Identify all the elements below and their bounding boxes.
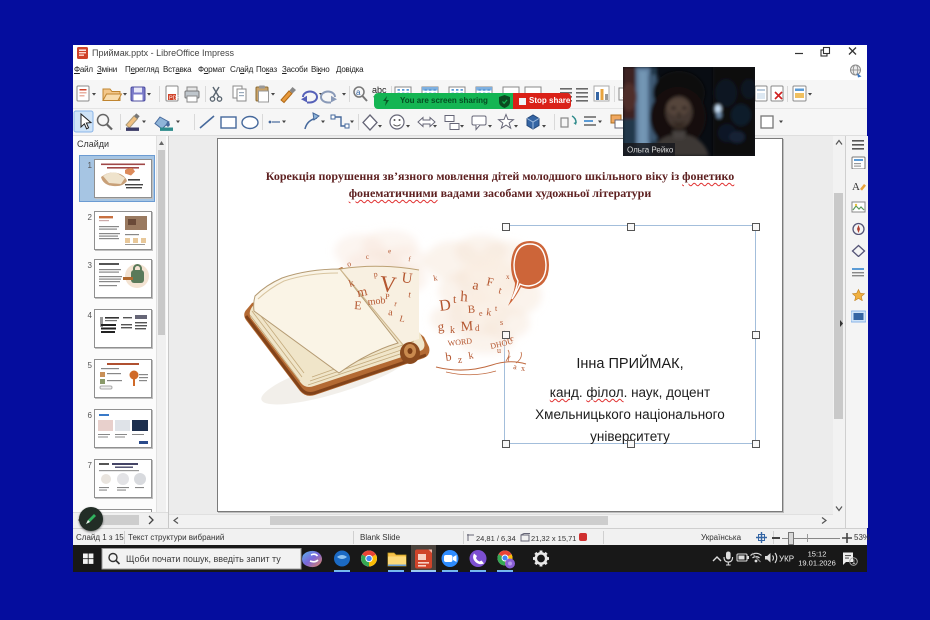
svg-text:e: e (479, 309, 483, 318)
svg-text:x: x (506, 273, 510, 281)
svg-text:b: b (444, 349, 452, 364)
svg-text:e: e (388, 247, 392, 255)
svg-text:1: 1 (852, 559, 856, 566)
svg-text:15:12: 15:12 (808, 550, 827, 559)
svg-text:УКР: УКР (779, 555, 794, 564)
svg-text:B: B (467, 304, 475, 316)
svg-text:Ольга Рейко: Ольга Рейко (627, 146, 674, 155)
svg-text:d: d (475, 323, 480, 333)
svg-text:s: s (500, 318, 503, 327)
svg-text:u: u (497, 346, 501, 355)
svg-text:k: k (450, 325, 455, 336)
svg-text:M: M (460, 319, 474, 335)
svg-text:a: a (356, 88, 361, 97)
svg-text:z: z (457, 355, 463, 366)
svg-text:c: c (510, 334, 514, 343)
svg-text:Щоби почати пошук, введіть зап: Щоби почати пошук, введіть запит ту (126, 554, 281, 564)
svg-text:19.01.2026: 19.01.2026 (798, 559, 836, 568)
svg-text:mob: mob (367, 295, 386, 308)
svg-text:V: V (378, 271, 398, 298)
svg-text:E: E (354, 298, 362, 312)
svg-text:PDF: PDF (169, 95, 181, 101)
svg-text:D: D (438, 297, 452, 315)
svg-text:A: A (852, 181, 860, 191)
